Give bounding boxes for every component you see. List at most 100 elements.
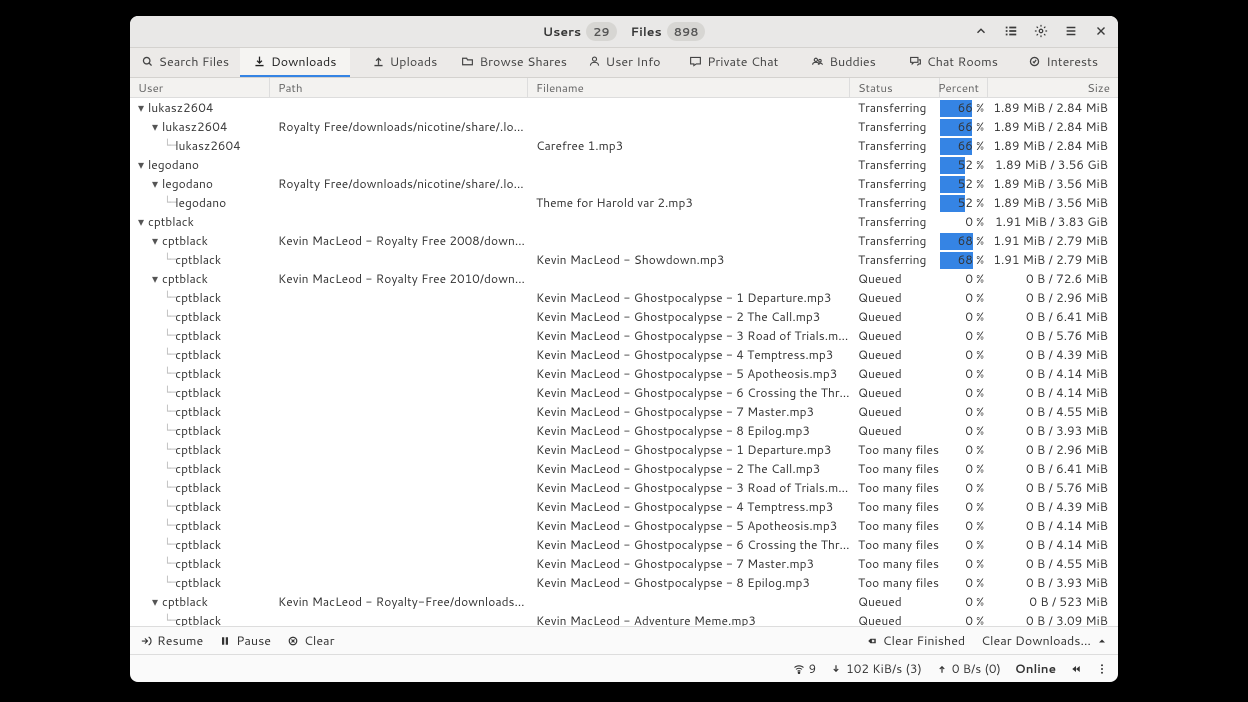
resume-button[interactable]: Resume: [140, 632, 203, 650]
user-cell: cptblack: [175, 555, 221, 572]
percent-cell: 0 %: [940, 460, 988, 477]
transfer-row[interactable]: ▾cptblackKevin MacLeod - Royalty Free 20…: [130, 231, 1118, 250]
rewind-icon[interactable]: [1070, 663, 1082, 675]
transfer-row[interactable]: └─ cptblackKevin MacLeod - Ghostpocalyps…: [130, 459, 1118, 478]
tog- gle-icon[interactable]: ▾: [150, 118, 160, 135]
collapse-up-icon[interactable]: [968, 18, 994, 44]
tog- gle-icon[interactable]: ▾: [150, 593, 160, 610]
tab-downloads[interactable]: Downloads: [240, 48, 350, 77]
status-cell: Transferring: [850, 232, 940, 249]
transfer-row[interactable]: └─ cptblackKevin MacLeod - Ghostpocalyps…: [130, 440, 1118, 459]
col-filename[interactable]: Filename: [528, 78, 850, 97]
transfer-row[interactable]: ▾lukasz2604Transferring66 %1.89 MiB / 2.…: [130, 98, 1118, 117]
transfer-row[interactable]: ▾cptblackTransferring0 %1.91 MiB / 3.83 …: [130, 212, 1118, 231]
transfer-row[interactable]: └─ cptblackKevin MacLeod - Ghostpocalyps…: [130, 497, 1118, 516]
hamburger-menu-icon[interactable]: [1058, 18, 1084, 44]
tab-rooms[interactable]: Chat Rooms: [898, 48, 1008, 77]
transfer-row[interactable]: ▾cptblack Kevin MacLeod - Royalty Free 20…: [130, 269, 1118, 288]
user-cell: legodano: [162, 175, 213, 192]
status-cell: Transferring: [850, 99, 940, 116]
tog- gle-icon[interactable]: ▾: [136, 99, 146, 116]
transfer-row[interactable]: └─ legodanoTheme for Harold var 2.mp3Tra…: [130, 193, 1118, 212]
col-percent[interactable]: Percent: [940, 78, 988, 97]
percent-cell: 0 %: [940, 308, 988, 325]
tab-interests[interactable]: Interests: [1008, 48, 1118, 77]
transfer-row[interactable]: └─ cptblackKevin MacLeod - Ghostpocalyps…: [130, 364, 1118, 383]
transfer-row[interactable]: └─ cptblackKevin MacLeod - Ghostpocalyps…: [130, 535, 1118, 554]
tog- gle-icon[interactable]: ▾: [136, 156, 146, 173]
tog- gle-icon[interactable]: ▾: [150, 232, 160, 249]
transfer-row[interactable]: └─ cptblackKevin MacLeod - Ghostpocalyps…: [130, 345, 1118, 364]
transfer-row[interactable]: ▾legodanoRoyalty Free/downloads/nicotine…: [130, 174, 1118, 193]
col-path[interactable]: Path: [270, 78, 528, 97]
transfer-row[interactable]: └─ cptblackKevin MacLeod - Adventure Mem…: [130, 611, 1118, 626]
status-cell: Queued: [850, 593, 940, 610]
clear-button[interactable]: Clear: [287, 632, 334, 650]
transfer-row[interactable]: └─ cptblackKevin MacLeod - Ghostpocalyps…: [130, 573, 1118, 592]
percent-cell: 0 %: [940, 422, 988, 439]
kebab-menu-icon[interactable]: [1096, 663, 1108, 675]
status-cell: Queued: [850, 327, 940, 344]
transfer-row[interactable]: ▾cptblackKevin MacLeod - Royalty-Free/do…: [130, 592, 1118, 611]
users-count: 29: [586, 22, 616, 41]
files-count: 898: [667, 22, 706, 41]
path-cell: Kevin MacLeod - Royalty Free 2010/downlo…: [270, 270, 528, 287]
transfer-row[interactable]: └─ cptblackKevin MacLeod - Ghostpocalyps…: [130, 383, 1118, 402]
status-bar: 9 102 KiB/s (3) 0 B/s (0) Online: [130, 654, 1118, 682]
tog- gle-icon[interactable]: ▾: [150, 270, 160, 287]
clear-finished-button[interactable]: Clear Finished: [866, 632, 966, 650]
filename-cell: Kevin MacLeod - Ghostpocalypse - 7 Maste…: [528, 403, 850, 420]
percent-cell: 0 %: [940, 213, 988, 230]
user-cell: cptblack: [175, 422, 221, 439]
transfer-row[interactable]: ▾legodanoTransferring52 %1.89 MiB / 3.56…: [130, 155, 1118, 174]
col-user[interactable]: User: [130, 78, 270, 97]
clear-downloads-button[interactable]: Clear Downloads…: [981, 632, 1108, 650]
percent-cell: 68 %: [940, 232, 988, 249]
list-view-icon[interactable]: [998, 18, 1024, 44]
user-cell: cptblack: [175, 612, 221, 626]
transfer-row[interactable]: └─ cptblackKevin MacLeod - Ghostpocalyps…: [130, 516, 1118, 535]
user-cell: cptblack: [175, 574, 221, 591]
settings-icon[interactable]: [1028, 18, 1054, 44]
transfer-row[interactable]: └─ cptblackKevin MacLeod - Ghostpocalyps…: [130, 307, 1118, 326]
transfer-row[interactable]: └─ lukasz2604Carefree 1.mp3Transferring6…: [130, 136, 1118, 155]
wifi-status: 9: [793, 660, 817, 677]
user-cell: cptblack: [162, 270, 208, 287]
filename-cell: Kevin MacLeod - Ghostpocalypse - 4 Tempt…: [528, 498, 850, 515]
transfer-row[interactable]: └─ cptblackKevin MacLeod - Showdown.mp3T…: [130, 250, 1118, 269]
transfer-row[interactable]: └─ cptblackKevin MacLeod - Ghostpocalyps…: [130, 554, 1118, 573]
tog- gle-icon[interactable]: ▾: [150, 175, 160, 192]
size-cell: 1.89 MiB / 2.84 MiB: [988, 99, 1118, 116]
tab-buddies[interactable]: Buddies: [789, 48, 899, 77]
tab-uploads[interactable]: Uploads: [350, 48, 460, 77]
transfer-row[interactable]: ▾lukasz2604Royalty Free/downloads/nicoti…: [130, 117, 1118, 136]
transfer-row[interactable]: └─ cptblackKevin MacLeod - Ghostpocalyps…: [130, 421, 1118, 440]
app-window: Users 29 Files 898 Search Files Download…: [130, 16, 1118, 682]
path-cell: Royalty Free/downloads/nicotine/share/.l…: [270, 118, 528, 135]
transfer-row[interactable]: └─ cptblackKevin MacLeod - Ghostpocalyps…: [130, 326, 1118, 345]
transfer-row[interactable]: └─ cptblackKevin MacLeod - Ghostpocalyps…: [130, 288, 1118, 307]
status-cell: Too many files: [850, 498, 940, 515]
transfer-list[interactable]: ▾lukasz2604Transferring66 %1.89 MiB / 2.…: [130, 98, 1118, 626]
close-icon[interactable]: [1088, 18, 1114, 44]
tab-browse[interactable]: Browse Shares: [459, 48, 569, 77]
size-cell: 0 B / 4.39 MiB: [988, 346, 1118, 363]
col-status[interactable]: Status: [850, 78, 940, 97]
size-cell: 0 B / 4.55 MiB: [988, 403, 1118, 420]
pause-button[interactable]: Pause: [219, 632, 271, 650]
tab-search[interactable]: Search Files: [130, 48, 240, 77]
transfer-row[interactable]: └─ cptblackKevin MacLeod - Ghostpocalyps…: [130, 402, 1118, 421]
user-cell: cptblack: [148, 213, 194, 230]
size-cell: 0 B / 72.6 MiB: [988, 270, 1118, 287]
percent-cell: 0 %: [940, 536, 988, 553]
status-cell: Queued: [850, 308, 940, 325]
user-cell: cptblack: [175, 460, 221, 477]
transfer-row[interactable]: └─ cptblackKevin MacLeod - Ghostpocalyps…: [130, 478, 1118, 497]
status-cell: Transferring: [850, 213, 940, 230]
tog- gle-icon[interactable]: ▾: [136, 213, 146, 230]
user-cell: cptblack: [175, 327, 221, 344]
tab-userinfo[interactable]: User Info: [569, 48, 679, 77]
col-size[interactable]: Size: [988, 78, 1118, 97]
size-cell: 0 B / 4.14 MiB: [988, 517, 1118, 534]
tab-private[interactable]: Private Chat: [679, 48, 789, 77]
